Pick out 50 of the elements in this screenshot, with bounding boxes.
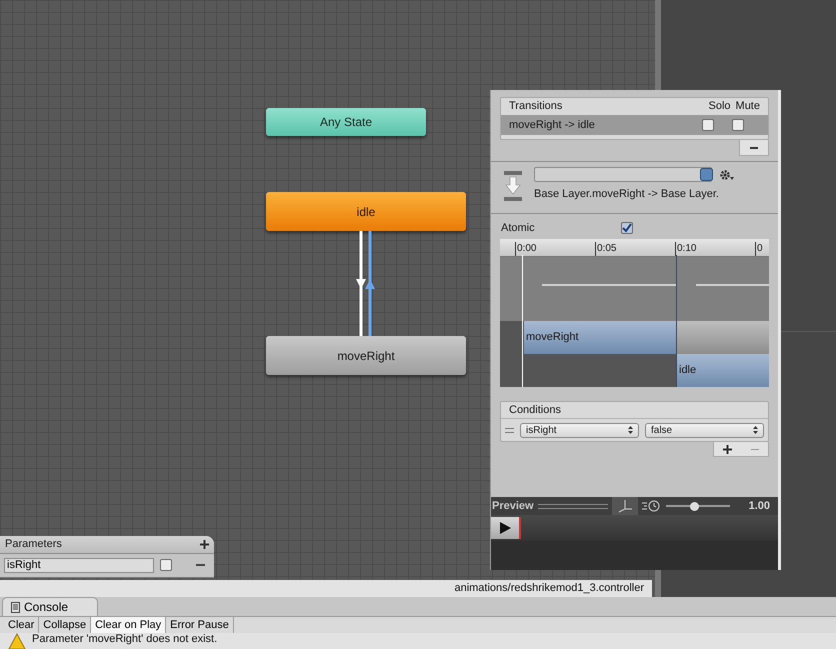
speed-slider[interactable] xyxy=(666,501,730,511)
clip-bar[interactable]: moveRight xyxy=(524,321,677,354)
help-icon[interactable] xyxy=(700,168,713,181)
dropdown-arrows-icon xyxy=(628,426,633,434)
name-field[interactable] xyxy=(534,167,712,182)
state-node[interactable]: moveRight xyxy=(266,336,466,375)
atomic-checkbox[interactable] xyxy=(621,222,633,234)
panel-title: Parameters xyxy=(5,537,62,552)
drag-grip[interactable] xyxy=(538,504,608,508)
column-header: Solo xyxy=(708,99,731,114)
transition-name: Base Layer.moveRight -> Base Layer. xyxy=(534,187,720,202)
gear-icon[interactable] xyxy=(719,168,734,180)
preview-title: Preview xyxy=(491,498,534,514)
transition-arrow[interactable] xyxy=(356,231,366,336)
parameter-dropdown[interactable]: isRight xyxy=(520,422,639,438)
state-node[interactable]: idle xyxy=(266,192,466,231)
axes-icon[interactable] xyxy=(612,497,638,515)
state-node[interactable]: Any State xyxy=(266,108,426,136)
parameter-checkbox[interactable] xyxy=(160,559,172,571)
column-header: Mute xyxy=(736,99,760,114)
add-remove-buttons[interactable] xyxy=(713,442,769,457)
add-icon[interactable] xyxy=(200,540,209,549)
console-toolbar-button[interactable]: Clear on Play xyxy=(91,617,166,633)
atomic-label: Atomic xyxy=(501,220,536,236)
transitions-header: Transitions xyxy=(509,99,564,114)
time-tick: 0 xyxy=(755,242,763,256)
file-path: animations/redshrikemod1_3.controller xyxy=(454,581,644,596)
timeline[interactable]: 0:00 0:05 0:10 0 moveRight idle xyxy=(500,239,769,387)
add-icon[interactable] xyxy=(723,444,732,454)
transition-icon xyxy=(504,171,522,201)
play-button[interactable] xyxy=(491,517,521,539)
clip-bar[interactable]: idle xyxy=(677,354,769,387)
console-tab[interactable]: Console xyxy=(2,597,98,616)
speed-clock-icon[interactable] xyxy=(642,499,662,513)
transition-row[interactable]: moveRight -> idle xyxy=(501,115,768,135)
value-dropdown[interactable]: false xyxy=(645,422,764,438)
speed-value: 1.00 xyxy=(748,498,770,514)
conditions-header: Conditions xyxy=(501,402,768,419)
mute-checkbox[interactable] xyxy=(732,119,744,131)
solo-checkbox[interactable] xyxy=(702,119,714,131)
console-message[interactable]: Parameter 'moveRight' does not exist. xyxy=(32,633,218,645)
time-tick: 0:05 xyxy=(595,242,675,256)
transition-arrow[interactable] xyxy=(365,231,375,336)
slider-thumb[interactable] xyxy=(690,502,700,510)
console-icon xyxy=(11,602,20,612)
dropdown-arrows-icon xyxy=(753,426,758,434)
drag-handle-icon[interactable] xyxy=(505,428,514,432)
play-icon xyxy=(498,521,512,535)
remove-button[interactable] xyxy=(739,140,769,156)
parameter-name-field[interactable]: isRight xyxy=(4,558,154,572)
